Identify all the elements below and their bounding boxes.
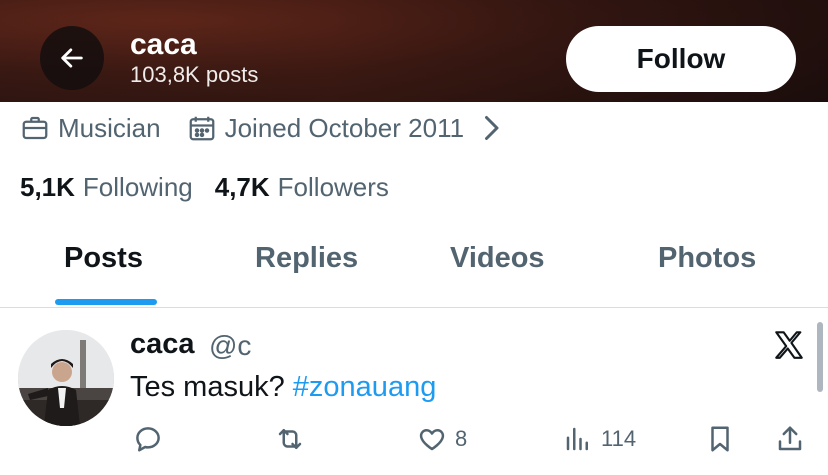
profile-tabs: Posts Replies Videos Photos <box>0 230 828 308</box>
share-icon <box>778 426 802 451</box>
post-actions: 8 114 <box>0 424 828 464</box>
followers-link[interactable]: 4,7K Followers <box>215 172 389 203</box>
briefcase-icon <box>22 116 48 140</box>
reply-icon <box>136 427 160 452</box>
views-icon <box>566 427 588 451</box>
category-label: Musician <box>58 112 161 143</box>
bookmark-icon <box>711 426 729 452</box>
repost-icon <box>278 429 302 449</box>
tab-posts[interactable]: Posts <box>64 242 143 275</box>
profile-meta: Musician Joined October 2011 <box>20 108 514 148</box>
profile-stats: 5,1K Following 4,7K Followers <box>20 168 389 206</box>
following-link[interactable]: 5,1K Following <box>20 172 193 203</box>
profile-category: Musician <box>20 113 161 144</box>
x-logo-icon <box>775 331 803 359</box>
joined-label: Joined October 2011 <box>224 112 465 143</box>
calendar-icon <box>189 116 214 141</box>
avatar[interactable] <box>18 330 114 426</box>
active-tab-indicator <box>55 299 157 305</box>
following-label: Following <box>82 171 193 202</box>
tab-photos[interactable]: Photos <box>658 242 756 275</box>
header-posts-count: 103,8K posts <box>130 62 259 87</box>
post-author-name[interactable]: caca <box>130 328 195 361</box>
post-text: Tes masuk? #zonauang <box>130 371 436 404</box>
chevron-right-icon <box>485 116 499 140</box>
tab-videos[interactable]: Videos <box>450 242 545 275</box>
tab-replies[interactable]: Replies <box>255 242 358 275</box>
share-button[interactable] <box>775 424 805 454</box>
bookmark-button[interactable] <box>705 424 735 454</box>
followers-label: Followers <box>277 171 389 202</box>
like-count: 8 <box>455 426 468 451</box>
views-button[interactable]: 114 <box>563 424 636 454</box>
header-name: caca <box>130 28 197 61</box>
following-count: 5,1K <box>20 171 75 202</box>
like-button[interactable]: 8 <box>417 424 467 454</box>
scrollbar[interactable] <box>817 322 823 392</box>
avatar-photo <box>18 330 114 426</box>
post-author-handle[interactable]: @c <box>209 330 251 362</box>
followers-count: 4,7K <box>214 171 270 202</box>
reply-button[interactable] <box>133 424 163 454</box>
profile-joined[interactable]: Joined October 2011 <box>187 113 514 144</box>
views-count: 114 <box>601 426 637 451</box>
back-button[interactable] <box>40 26 104 90</box>
arrow-left-icon <box>61 48 83 68</box>
post-text-body: Tes masuk? <box>130 371 293 403</box>
heart-icon <box>419 429 445 451</box>
repost-button[interactable] <box>275 424 305 454</box>
follow-button[interactable]: Follow <box>566 26 796 92</box>
post-hashtag-link[interactable]: #zonauang <box>293 371 437 403</box>
